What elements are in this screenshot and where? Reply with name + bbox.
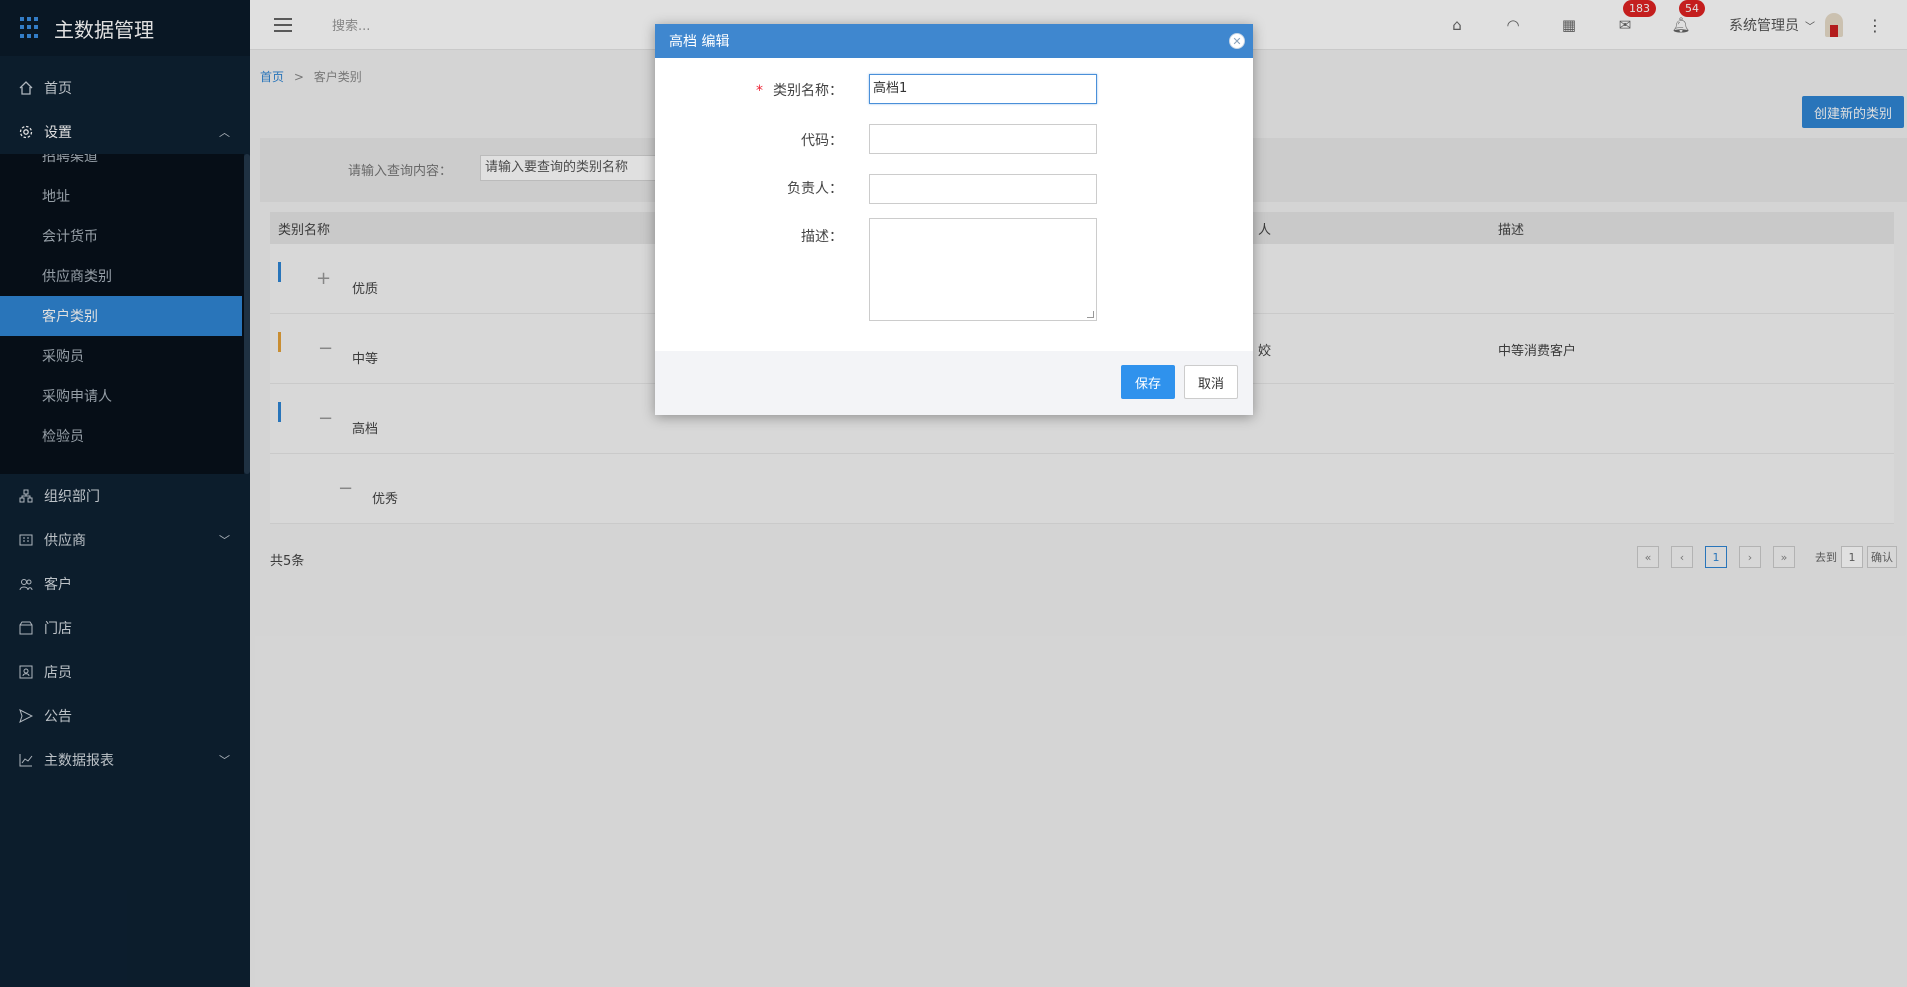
save-button[interactable]: 保存 [1121,365,1175,399]
desc-field-label: 描述： [801,229,843,245]
owner-field[interactable] [869,174,1097,204]
category-name-field[interactable]: 高档1 [869,74,1097,104]
dialog-title: 高档 编辑 [669,34,730,50]
dialog-footer: 保存 取消 [655,351,1253,415]
code-field[interactable] [869,124,1097,154]
close-icon[interactable]: ✕ [1229,33,1245,49]
dialog-header: 高档 编辑 ✕ [655,24,1253,58]
cancel-button[interactable]: 取消 [1184,365,1238,399]
code-field-label: 代码： [801,133,843,149]
edit-category-dialog: 高档 编辑 ✕ * 类别名称： 高档1 代码： 负责人： 描述： 保存 取消 [655,24,1253,415]
name-field-label: * 类别名称： [756,83,843,99]
required-mark: * [756,83,763,99]
edit-form: * 类别名称： 高档1 代码： 负责人： 描述： [655,58,1253,351]
owner-field-label: 负责人： [787,181,843,197]
description-textarea[interactable] [869,218,1097,321]
